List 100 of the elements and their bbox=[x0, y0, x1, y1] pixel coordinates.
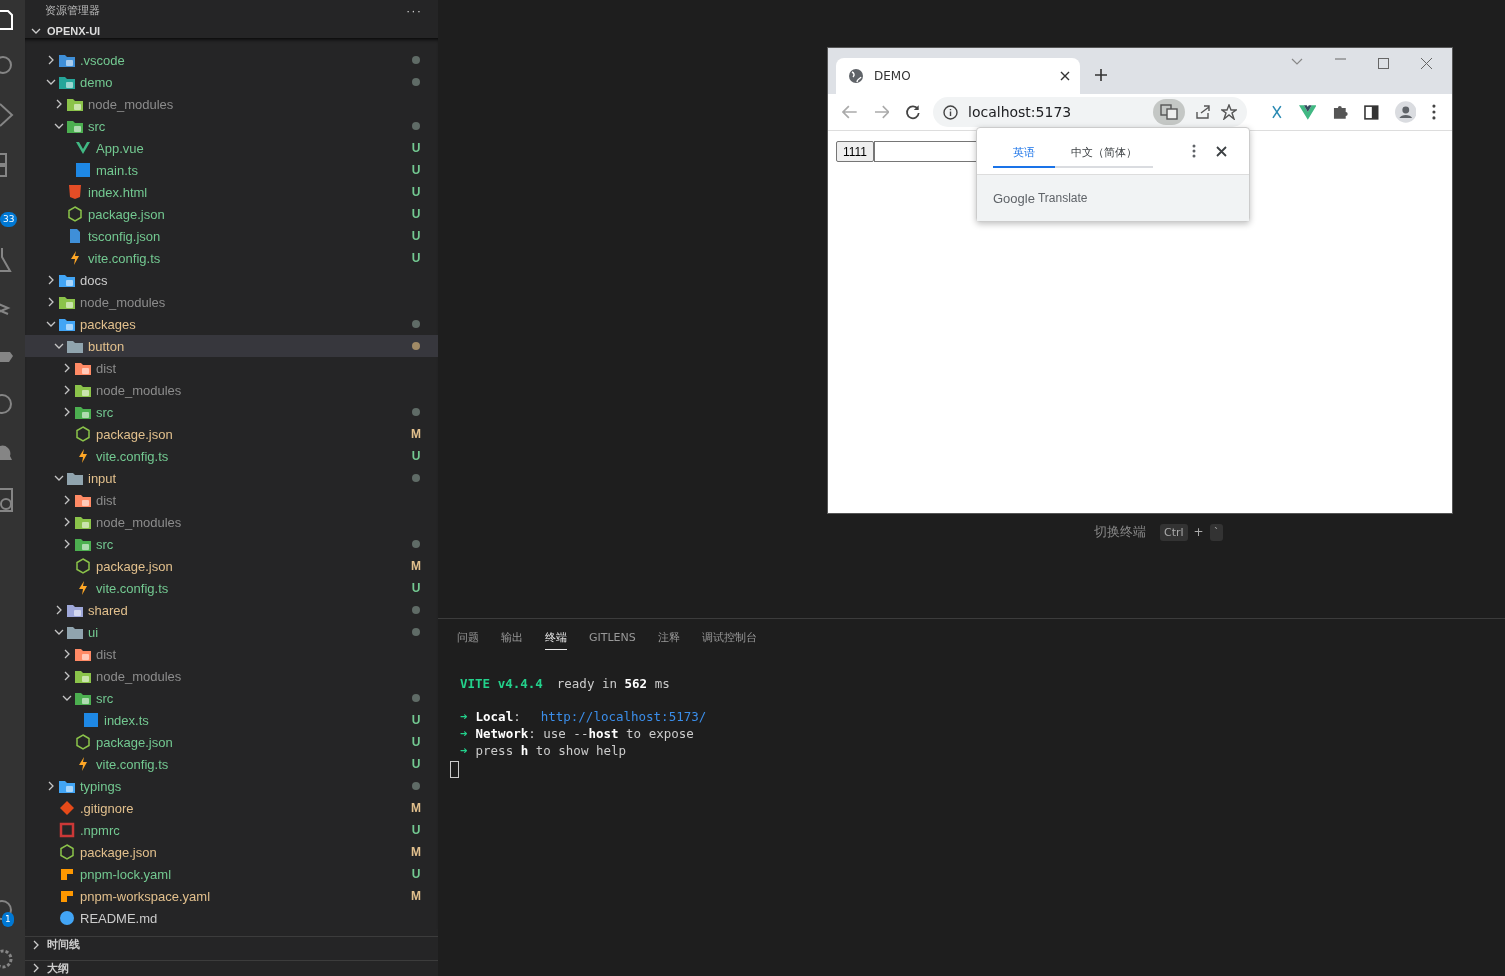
square-outline-icon bbox=[59, 822, 75, 839]
tree-item[interactable]: node_modules bbox=[25, 93, 438, 116]
item-name: src bbox=[96, 536, 114, 552]
tree-item[interactable]: typings bbox=[25, 775, 438, 798]
chevron-icon[interactable] bbox=[62, 517, 72, 528]
item-name: typings bbox=[80, 778, 122, 794]
v-shape-icon[interactable] bbox=[1298, 104, 1317, 120]
tree-item[interactable]: .npmrc U bbox=[25, 819, 438, 842]
chevron-icon[interactable] bbox=[31, 963, 41, 974]
reload-icon[interactable] bbox=[905, 104, 921, 120]
chevron-icon[interactable] bbox=[62, 407, 72, 418]
tree-item[interactable]: src bbox=[25, 687, 438, 710]
more-icon[interactable] bbox=[1192, 144, 1196, 158]
item-name: package.json bbox=[96, 426, 173, 442]
panel-tab[interactable]: 问题 bbox=[457, 627, 479, 649]
section-header[interactable]: 时间线 bbox=[25, 936, 438, 953]
chevron-icon[interactable] bbox=[54, 605, 64, 616]
star-icon[interactable] bbox=[1220, 104, 1237, 120]
chevron-down-icon[interactable] bbox=[1291, 58, 1303, 66]
tree-item[interactable]: ui bbox=[25, 621, 438, 644]
chevron-icon[interactable] bbox=[31, 939, 41, 950]
puzzle-icon[interactable] bbox=[1332, 104, 1348, 120]
input-field[interactable] bbox=[874, 141, 979, 162]
page-button[interactable]: 1111 bbox=[836, 141, 875, 162]
panel-tab[interactable]: 注释 bbox=[657, 627, 680, 649]
tree-item[interactable]: docs bbox=[25, 269, 438, 292]
tree-item[interactable]: package.json M bbox=[25, 423, 438, 446]
tree-item[interactable]: input bbox=[25, 467, 438, 490]
tree-item[interactable]: dist bbox=[25, 357, 438, 380]
git-status-label: M bbox=[410, 889, 422, 904]
chevron-icon[interactable] bbox=[62, 649, 72, 660]
tree-item[interactable]: main.ts U bbox=[25, 159, 438, 182]
panel-tab[interactable]: 终端 bbox=[545, 627, 567, 650]
search-icon[interactable] bbox=[0, 54, 14, 76]
tree-item[interactable]: .vscode bbox=[25, 49, 438, 72]
product-text: Translate bbox=[1037, 191, 1088, 205]
address-bar[interactable]: localhost:5173 bbox=[933, 97, 1247, 127]
browser-tab[interactable]: DEMO bbox=[836, 58, 1080, 94]
tree-item[interactable]: package.json U bbox=[25, 203, 438, 226]
terminal-link[interactable]: http://localhost:5173/ bbox=[540, 709, 707, 724]
tree-item[interactable]: package.json U bbox=[25, 731, 438, 754]
tree-item[interactable]: packages bbox=[25, 313, 438, 336]
maximize-icon[interactable] bbox=[1378, 58, 1389, 69]
sidebar-icon[interactable] bbox=[1363, 104, 1379, 120]
tree-item[interactable]: node_modules bbox=[25, 665, 438, 688]
run-icon[interactable] bbox=[0, 102, 14, 128]
tree-item[interactable]: node_modules bbox=[25, 291, 438, 314]
more-actions-button[interactable]: ··· bbox=[406, 2, 422, 18]
tree-item[interactable]: src bbox=[25, 533, 438, 556]
tree-item[interactable]: shared bbox=[25, 599, 438, 622]
chevron-icon[interactable] bbox=[46, 55, 56, 66]
tree-item[interactable]: .gitignore M bbox=[25, 797, 438, 820]
chevron-icon[interactable] bbox=[62, 385, 72, 396]
terminal-text: ready in 562 ms bbox=[556, 676, 670, 691]
plus-icon[interactable] bbox=[1094, 68, 1108, 82]
tree-item[interactable]: vite.config.ts U bbox=[25, 753, 438, 776]
info-icon[interactable] bbox=[943, 104, 958, 120]
close-icon[interactable] bbox=[1216, 145, 1227, 157]
tree-item[interactable]: dist bbox=[25, 643, 438, 666]
panel-tab[interactable]: GITLENS bbox=[589, 627, 636, 649]
tree-item[interactable]: README.md bbox=[25, 907, 438, 930]
tree-item[interactable]: index.ts U bbox=[25, 709, 438, 732]
tree-item[interactable]: index.html U bbox=[25, 181, 438, 204]
chevron-icon[interactable] bbox=[54, 99, 64, 110]
translate-icon[interactable] bbox=[1152, 99, 1185, 125]
more-icon[interactable] bbox=[1432, 104, 1436, 120]
panel-tab[interactable]: 调试控制台 bbox=[701, 627, 757, 649]
tree-item[interactable]: vite.config.ts U bbox=[25, 577, 438, 600]
tree-item[interactable]: vite.config.ts U bbox=[25, 445, 438, 468]
tree-item[interactable]: node_modules bbox=[25, 511, 438, 534]
share-icon[interactable] bbox=[1194, 104, 1211, 120]
tree-item[interactable]: App.vue U bbox=[25, 137, 438, 160]
close-icon[interactable] bbox=[1060, 71, 1070, 81]
tree-item[interactable]: node_modules bbox=[25, 379, 438, 402]
tree-item[interactable]: dist bbox=[25, 489, 438, 512]
tree-item[interactable]: src bbox=[25, 115, 438, 138]
chevron-icon[interactable] bbox=[62, 495, 72, 506]
tree-item[interactable]: pnpm-lock.yaml U bbox=[25, 863, 438, 886]
avatar-icon[interactable] bbox=[1394, 101, 1417, 123]
tree-item[interactable]: pnpm-workspace.yaml M bbox=[25, 885, 438, 908]
panel-tab[interactable]: 输出 bbox=[501, 627, 523, 649]
tree-item[interactable]: tsconfig.json U bbox=[25, 225, 438, 248]
x-mark-icon[interactable] bbox=[1270, 105, 1283, 119]
chevron-icon[interactable] bbox=[46, 781, 56, 792]
chevron-icon[interactable] bbox=[62, 363, 72, 374]
chevron-icon[interactable] bbox=[62, 671, 72, 682]
tree-item[interactable]: vite.config.ts U bbox=[25, 247, 438, 270]
tree-item[interactable]: button bbox=[25, 335, 438, 358]
tree-item[interactable]: package.json M bbox=[25, 555, 438, 578]
account-icon[interactable] bbox=[0, 898, 14, 922]
workspace-title[interactable]: OPENX-UI bbox=[47, 24, 101, 37]
chevron-icon[interactable] bbox=[62, 539, 72, 550]
chevron-icon[interactable] bbox=[46, 297, 56, 308]
language-tab[interactable]: 中文（简体） bbox=[1055, 134, 1153, 168]
section-header[interactable]: 大纲 bbox=[25, 959, 438, 976]
language-tab[interactable]: 英语 bbox=[993, 134, 1055, 168]
tree-item[interactable]: demo bbox=[25, 71, 438, 94]
tree-item[interactable]: package.json M bbox=[25, 841, 438, 864]
tree-item[interactable]: src bbox=[25, 401, 438, 424]
chevron-icon[interactable] bbox=[46, 275, 56, 286]
